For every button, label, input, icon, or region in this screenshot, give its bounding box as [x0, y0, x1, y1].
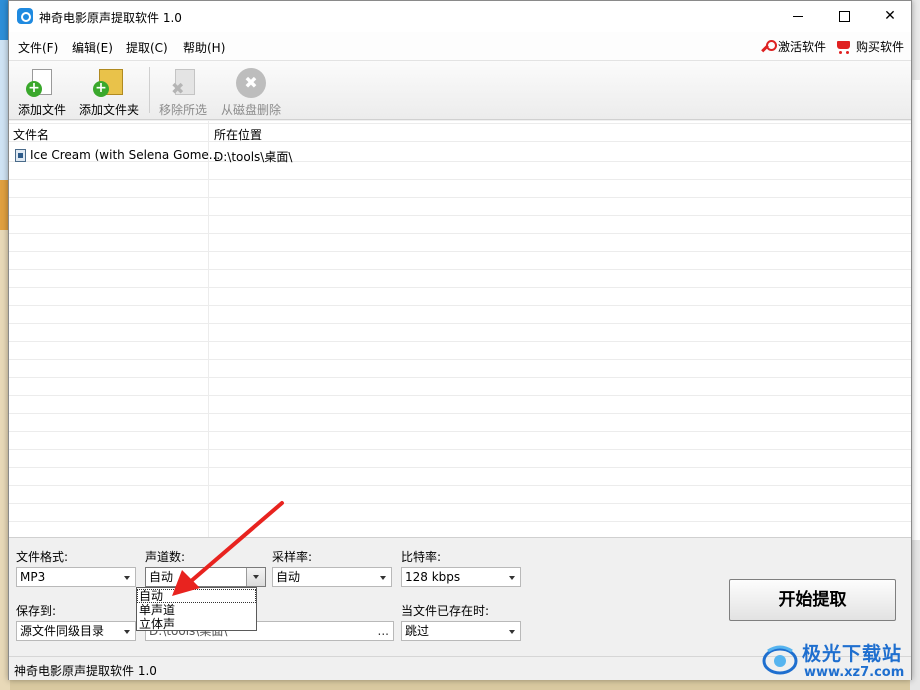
chevron-down-icon — [509, 576, 515, 580]
chevron-down-icon — [509, 630, 515, 634]
watermark-name: 极光下载站 — [802, 643, 903, 665]
add-folder-label: 添加文件夹 — [78, 103, 139, 117]
sample-rate-value: 自动 — [276, 570, 301, 584]
add-folder-button[interactable]: 添加文件夹 — [75, 61, 143, 120]
add-file-button[interactable]: 添加文件 — [13, 61, 71, 120]
file-exists-value: 跳过 — [405, 624, 430, 638]
channels-value: 自动 — [149, 570, 174, 584]
window-title: 神奇电影原声提取软件 1.0 — [39, 11, 182, 25]
add-file-label: 添加文件 — [17, 103, 66, 117]
delete-icon — [235, 67, 267, 99]
format-label: 文件格式: — [16, 550, 69, 564]
save-to-value: 源文件同级目录 — [20, 624, 105, 638]
channels-label: 声道数: — [145, 550, 186, 564]
channels-dropdown-button[interactable] — [246, 568, 265, 586]
menu-edit[interactable]: 编辑(E) — [72, 39, 113, 56]
channels-option-mono[interactable]: 单声道 — [137, 603, 256, 617]
channels-select[interactable]: 自动 — [145, 567, 266, 587]
chevron-down-icon — [253, 575, 259, 579]
buy-software-link[interactable]: 购买软件 — [835, 38, 904, 55]
key-icon — [759, 39, 777, 55]
sample-rate-select[interactable]: 自动 — [272, 567, 392, 587]
file-exists-label: 当文件已存在时: — [401, 604, 490, 618]
remove-selected-button[interactable]: 移除所选 — [155, 61, 211, 120]
maximize-button[interactable] — [821, 1, 867, 32]
column-header-filename[interactable]: 文件名 — [13, 126, 49, 143]
chevron-down-icon — [380, 576, 386, 580]
app-window: 神奇电影原声提取软件 1.0 ✕ 文件(F) 编辑(E) 提取(C) 帮助(H)… — [8, 0, 912, 680]
delete-from-disk-button[interactable]: 从磁盘删除 — [217, 61, 285, 120]
file-list[interactable]: 文件名 所在位置 Ice Cream (with Selena Gome... … — [9, 121, 911, 537]
audio-file-icon — [15, 149, 26, 162]
remove-file-icon — [167, 67, 199, 99]
format-select[interactable]: MP3 — [16, 567, 136, 587]
app-icon — [17, 8, 33, 24]
column-divider[interactable] — [208, 121, 209, 537]
add-folder-icon — [93, 67, 125, 99]
buy-software-label: 购买软件 — [856, 40, 905, 54]
file-location-cell: D:\tools\桌面\ — [214, 150, 293, 164]
file-name-cell: Ice Cream (with Selena Gome... — [30, 148, 221, 162]
minimize-button[interactable] — [775, 1, 821, 32]
bitrate-select[interactable]: 128 kbps — [401, 567, 521, 587]
column-header-location[interactable]: 所在位置 — [214, 126, 262, 143]
activate-software-link[interactable]: 激活软件 — [759, 38, 826, 55]
format-value: MP3 — [20, 570, 46, 584]
close-button[interactable]: ✕ — [867, 1, 913, 32]
watermark-logo-icon — [762, 645, 798, 675]
menu-bar: 文件(F) 编辑(E) 提取(C) 帮助(H) 激活软件 购买软件 — [9, 32, 911, 61]
browse-button[interactable]: ... — [378, 622, 389, 640]
channels-option-stereo[interactable]: 立体声 — [137, 617, 256, 631]
sample-rate-label: 采样率: — [272, 550, 313, 564]
delete-from-disk-label: 从磁盘删除 — [220, 103, 281, 117]
list-grid — [9, 121, 911, 537]
toolbar: 添加文件 添加文件夹 移除所选 从磁盘删除 — [9, 61, 911, 120]
title-bar[interactable]: 神奇电影原声提取软件 1.0 ✕ — [9, 1, 911, 32]
menu-help[interactable]: 帮助(H) — [183, 39, 225, 56]
menu-file[interactable]: 文件(F) — [18, 39, 58, 56]
channels-dropdown-list: 自动 单声道 立体声 — [136, 587, 257, 631]
channels-option-auto[interactable]: 自动 — [137, 589, 256, 603]
toolbar-separator — [149, 67, 150, 113]
save-to-select[interactable]: 源文件同级目录 — [16, 621, 136, 641]
menu-extract[interactable]: 提取(C) — [126, 39, 168, 56]
watermark-url: www.xz7.com — [804, 665, 905, 680]
bitrate-value: 128 kbps — [405, 570, 461, 584]
chevron-down-icon — [124, 630, 130, 634]
bitrate-label: 比特率: — [401, 550, 442, 564]
file-exists-select[interactable]: 跳过 — [401, 621, 521, 641]
cart-icon — [835, 39, 853, 55]
start-extract-button[interactable]: 开始提取 — [729, 579, 896, 621]
add-file-icon — [26, 67, 58, 99]
status-text: 神奇电影原声提取软件 1.0 — [14, 664, 157, 678]
remove-selected-label: 移除所选 — [158, 103, 207, 117]
watermark: 极光下载站 www.xz7.com — [762, 637, 918, 687]
activate-software-label: 激活软件 — [778, 40, 827, 54]
chevron-down-icon — [124, 576, 130, 580]
save-to-label: 保存到: — [16, 604, 57, 618]
